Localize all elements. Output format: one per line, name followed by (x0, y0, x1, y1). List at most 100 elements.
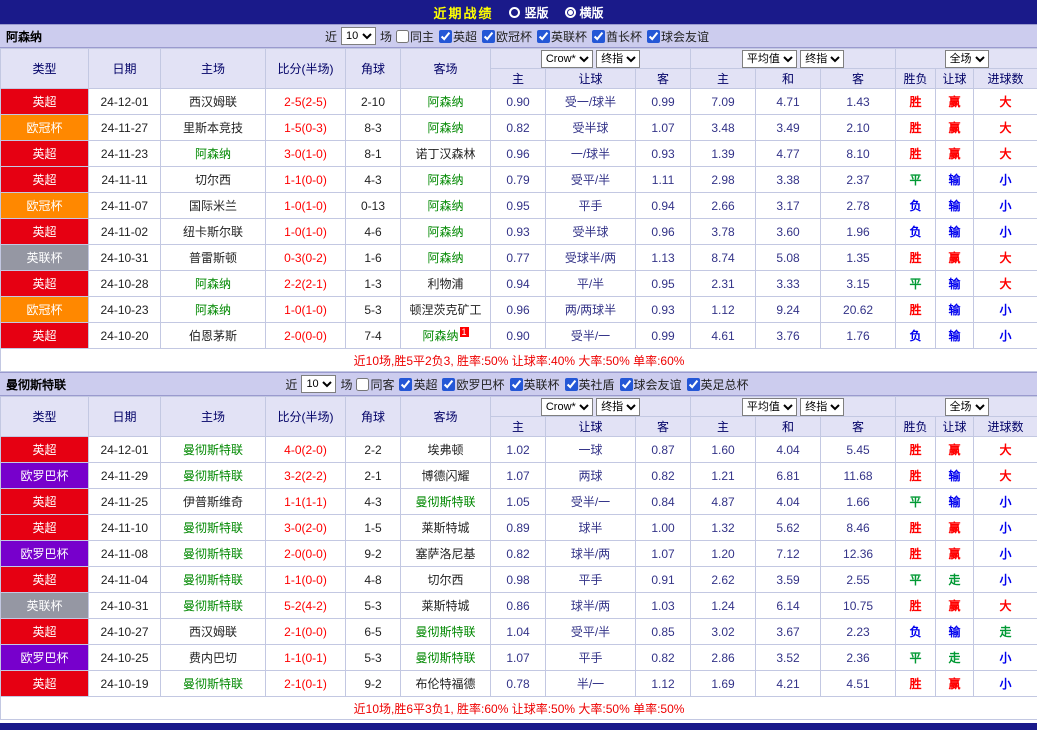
goals-result-cell: 大 (973, 140, 1037, 167)
league-filter[interactable]: 球会友谊 (619, 376, 682, 393)
odds-time-select[interactable]: 终指 (596, 49, 641, 68)
goals-result-cell: 大 (973, 592, 1037, 619)
scope-select[interactable]: 全场 (944, 49, 989, 68)
recent-count-select[interactable]: 10 (301, 375, 337, 393)
league-filter[interactable]: 英足总杯 (686, 376, 749, 393)
avg-home: 1.21 (690, 462, 757, 489)
league-type-badge: 欧冠杯 (0, 192, 89, 219)
match-row: 欧冠杯 24-10-23 阿森纳 1-0(1-0) 5-3 顿涅茨克矿工 0.96 两/两球半… (0, 296, 1037, 323)
scope-select[interactable]: 全场 (944, 397, 989, 416)
league-filter[interactable]: 英超 (399, 376, 437, 393)
odds-handicap: 受半/一 (545, 322, 636, 349)
league-filter[interactable]: 酋长杯 (592, 28, 642, 45)
result-cell: 负 (895, 618, 937, 645)
odds-handicap: 两/两球半 (545, 296, 636, 323)
avg-source-select[interactable]: 平均值 (741, 49, 797, 68)
league-filter-checkbox[interactable] (438, 29, 452, 43)
away-team: 切尔西 (400, 566, 491, 593)
league-filter[interactable]: 英联杯 (537, 28, 587, 45)
avg-draw: 5.62 (755, 514, 822, 541)
col-corner: 角球 (345, 396, 401, 437)
away-team: 阿森纳 (400, 192, 491, 219)
league-filter[interactable]: 欧罗巴杯 (442, 376, 505, 393)
odds-handicap: 一球 (545, 436, 636, 463)
avg-time-select[interactable]: 终指 (800, 397, 845, 416)
league-type-badge: 欧罗巴杯 (0, 644, 89, 671)
col-corner: 角球 (345, 48, 401, 89)
corner-score: 5-3 (345, 592, 401, 619)
avg-draw: 7.12 (755, 540, 822, 567)
league-filter-checkbox[interactable] (647, 29, 661, 43)
avg-away: 20.62 (820, 296, 897, 323)
odds-away: 0.96 (634, 218, 692, 245)
same-venue-filter[interactable]: 同客 (356, 376, 394, 393)
match-date: 24-10-25 (88, 644, 161, 671)
col-type: 类型 (0, 48, 89, 89)
match-score: 3-2(2-2) (265, 462, 346, 489)
avg-draw: 4.04 (755, 436, 822, 463)
avg-away: 1.35 (820, 244, 897, 271)
league-filter-checkbox[interactable] (509, 377, 523, 391)
league-filter-label: 英超 (413, 377, 438, 392)
col-odds-handicap: 让球 (545, 68, 636, 89)
col-handicap-result: 让球 (935, 416, 975, 437)
odds-handicap: 球半 (545, 514, 636, 541)
league-type-badge: 英超 (0, 140, 89, 167)
league-filter-label: 英社盾 (578, 377, 615, 392)
away-team: 利物浦 (400, 270, 491, 297)
radio-circle-icon[interactable] (564, 6, 576, 18)
league-filter[interactable]: 英联杯 (509, 376, 560, 393)
same-venue-filter[interactable]: 同主 (395, 28, 434, 45)
goals-result-cell: 小 (973, 670, 1037, 697)
corner-score: 2-2 (345, 436, 401, 463)
section-header: 阿森纳 近 10 场 同主 英超 欧冠杯 英联杯 酋长杯 球会友谊 (0, 24, 1037, 48)
away-team: 曼彻斯特联 (400, 488, 491, 515)
avg-time-select[interactable]: 终指 (800, 49, 845, 68)
league-filter-checkbox[interactable] (537, 29, 551, 43)
corner-score: 1-5 (345, 514, 401, 541)
match-score: 5-2(4-2) (265, 592, 346, 619)
match-date: 24-12-01 (88, 88, 161, 115)
match-score: 1-5(0-3) (265, 114, 346, 141)
corner-score: 9-2 (345, 540, 401, 567)
league-filter-checkbox[interactable] (619, 377, 633, 391)
odds-source-select[interactable]: Crow* (540, 397, 593, 416)
odds-source-select[interactable]: Crow* (540, 49, 593, 68)
avg-away: 1.76 (820, 322, 897, 349)
league-filter-checkbox[interactable] (592, 29, 606, 43)
odds-handicap: 受球半/两 (545, 244, 636, 271)
away-team: 莱斯特城 (400, 514, 491, 541)
league-filter[interactable]: 英社盾 (564, 376, 615, 393)
league-filter-checkbox[interactable] (482, 29, 495, 43)
same-venue-filter-checkbox[interactable] (356, 377, 370, 391)
odds-home: 0.96 (490, 296, 546, 323)
radio-horizontal-layout[interactable]: 横版 (564, 4, 604, 21)
away-team: 阿森纳 (400, 166, 491, 193)
handicap-result-cell: 输 (935, 322, 975, 349)
radio-vertical-layout[interactable]: 竖版 (509, 4, 549, 21)
league-filter-checkbox[interactable] (564, 377, 578, 391)
home-team: 西汉姆联 (160, 618, 266, 645)
avg-source-select[interactable]: 平均值 (741, 397, 797, 416)
league-filter-label: 欧罗巴杯 (456, 377, 505, 392)
recent-count-select[interactable]: 10 (340, 27, 376, 45)
goals-result-cell: 小 (973, 218, 1037, 245)
away-team: 阿森纳 (400, 88, 491, 115)
league-filter[interactable]: 英超 (438, 28, 477, 45)
league-filter-checkbox[interactable] (442, 377, 456, 391)
avg-home: 1.12 (690, 296, 757, 323)
league-filter[interactable]: 欧冠杯 (482, 28, 532, 45)
odds-away: 1.12 (634, 670, 692, 697)
league-filter-checkbox[interactable] (686, 377, 700, 391)
match-row: 欧冠杯 24-11-07 国际米兰 1-0(1-0) 0-13 阿森纳 0.95 平手 0.94… (0, 192, 1037, 219)
league-filter-checkbox[interactable] (399, 377, 413, 391)
match-date: 24-10-23 (88, 296, 161, 323)
odds-time-select[interactable]: 终指 (596, 397, 641, 416)
radio-circle-icon[interactable] (509, 6, 521, 18)
same-venue-filter-checkbox[interactable] (395, 29, 409, 43)
near-label: 近 (285, 377, 298, 392)
avg-draw: 6.81 (755, 462, 822, 489)
avg-away: 8.46 (820, 514, 897, 541)
league-type-badge: 英超 (0, 436, 89, 463)
league-filter[interactable]: 球会友谊 (647, 28, 709, 45)
